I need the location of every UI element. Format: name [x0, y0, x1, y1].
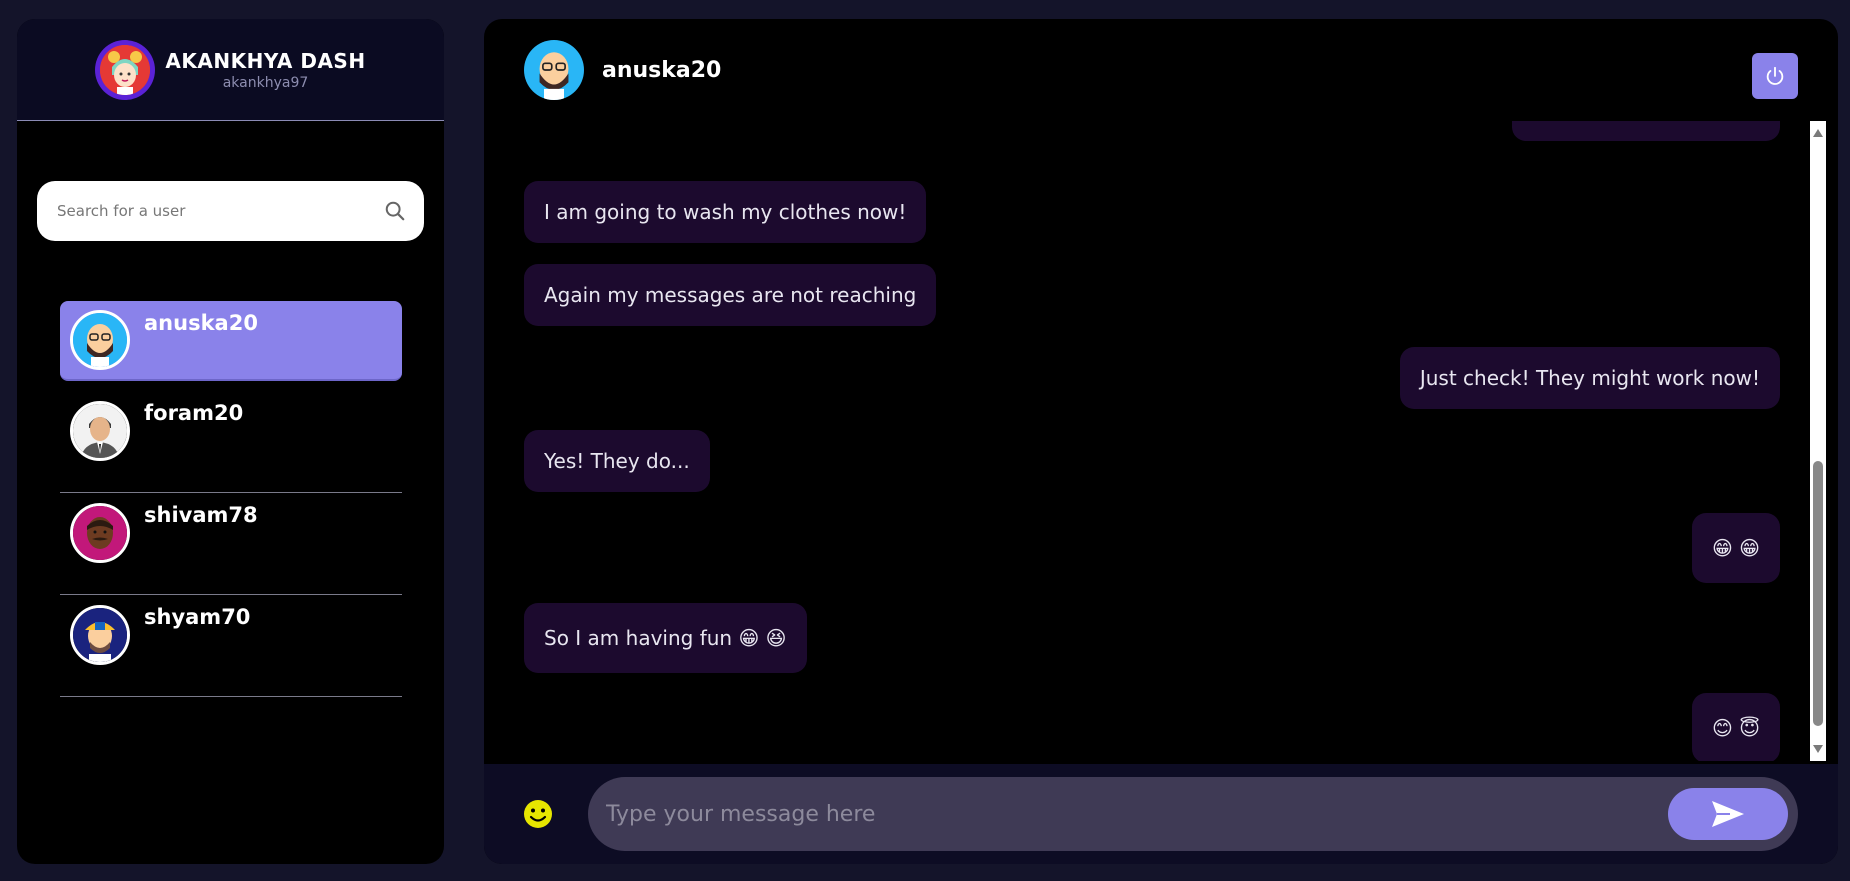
message-input-wrapper: [588, 777, 1798, 851]
smiley-icon[interactable]: [522, 798, 554, 830]
message-bubble: 😁 😁: [1691, 513, 1780, 583]
search-icon[interactable]: [384, 200, 406, 222]
avatar: [70, 503, 130, 563]
chat-avatar[interactable]: [524, 40, 584, 100]
avatar: [70, 605, 130, 665]
message-input[interactable]: [606, 801, 1668, 827]
search-box: [37, 181, 424, 241]
message-bubble-partial: [1512, 121, 1780, 141]
user-item-anuska20[interactable]: anuska20: [60, 301, 402, 381]
bearded-man-avatar-icon: [73, 313, 127, 367]
send-button[interactable]: [1668, 788, 1788, 840]
scroll-up-arrow[interactable]: [1813, 129, 1823, 137]
avatar: [70, 401, 130, 461]
user-name: anuska20: [144, 311, 258, 335]
bearded-man-avatar-icon: [524, 40, 584, 100]
user-item-foram20[interactable]: foram20: [60, 391, 402, 493]
user-item-shyam70[interactable]: shyam70: [60, 595, 402, 697]
girl-avatar-icon: [100, 44, 151, 95]
message-bubble: Yes! They do...: [524, 430, 710, 492]
message-list: I am going to wash my clothes now! Again…: [524, 121, 1780, 761]
user-name: shyam70: [144, 605, 251, 629]
search-input[interactable]: [57, 202, 384, 220]
message-bubble: Again my messages are not reaching: [524, 264, 937, 326]
message-bubble: I am going to wash my clothes now!: [524, 181, 927, 243]
scroll-thumb[interactable]: [1813, 461, 1823, 726]
message-bubble: Just check! They might work now!: [1399, 347, 1780, 409]
logout-button[interactable]: [1752, 53, 1798, 99]
cap-man-avatar-icon: [73, 608, 127, 662]
profile-username: akankhya97: [222, 74, 309, 91]
sidebar: AKANKHYA DASH akankhya97 anuska20: [17, 19, 444, 864]
profile-avatar[interactable]: [95, 39, 156, 100]
power-icon: [1766, 66, 1784, 85]
message-bubble: So I am having fun 😁 😆: [524, 603, 807, 673]
send-icon: [1712, 801, 1744, 827]
chat-header: anuska20: [484, 19, 1838, 121]
chat-title: anuska20: [602, 57, 722, 83]
profile-header: AKANKHYA DASH akankhya97: [17, 19, 444, 121]
chat-panel: anuska20 I am going to wash my clothes n…: [484, 19, 1838, 864]
message-scrollbar[interactable]: [1810, 121, 1826, 761]
user-list: anuska20 foram20 shivam78 shyam70: [60, 301, 402, 697]
user-name: foram20: [144, 401, 244, 425]
scroll-down-arrow[interactable]: [1813, 745, 1823, 753]
mustache-man-avatar-icon: [73, 506, 127, 560]
businessman-avatar-icon: [73, 404, 127, 458]
user-name: shivam78: [144, 503, 258, 527]
avatar: [70, 310, 130, 370]
profile-name: AKANKHYA DASH: [165, 48, 366, 73]
message-bubble: 😊 😇: [1691, 693, 1780, 761]
message-composer: [484, 764, 1838, 864]
user-item-shivam78[interactable]: shivam78: [60, 493, 402, 595]
